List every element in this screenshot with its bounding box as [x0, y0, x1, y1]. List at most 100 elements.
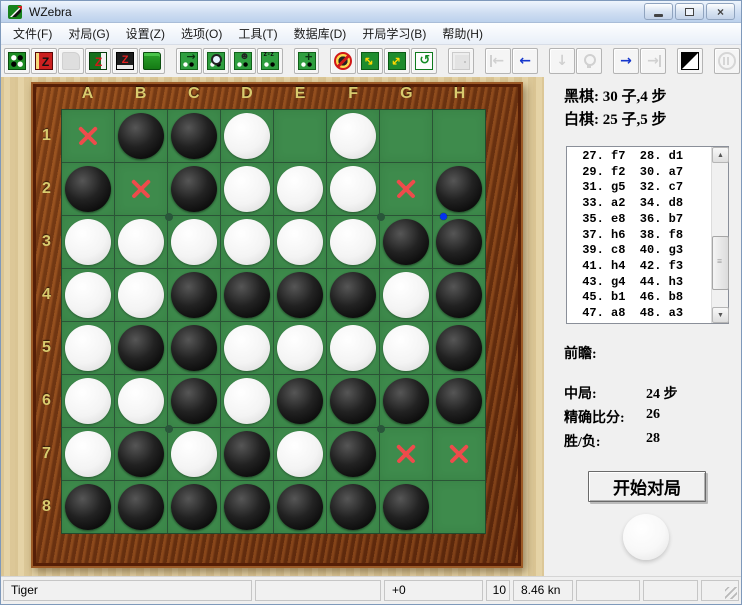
cell-f1[interactable]	[327, 110, 379, 162]
new-game-button[interactable]	[4, 48, 30, 74]
cell-d8[interactable]	[221, 481, 273, 533]
cell-g5[interactable]	[380, 322, 432, 374]
cell-b6[interactable]	[115, 375, 167, 427]
cell-g6[interactable]	[380, 375, 432, 427]
cell-g2[interactable]	[380, 163, 432, 215]
cell-b1[interactable]	[115, 110, 167, 162]
cell-h5[interactable]	[433, 322, 485, 374]
cell-d3[interactable]	[221, 216, 273, 268]
cell-f2[interactable]	[327, 163, 379, 215]
cell-a7[interactable]	[62, 428, 114, 480]
edit-book-button[interactable]	[84, 48, 111, 74]
cell-a3[interactable]	[62, 216, 114, 268]
cell-e5[interactable]	[274, 322, 326, 374]
cell-a1[interactable]	[62, 110, 114, 162]
cell-f3[interactable]	[327, 216, 379, 268]
cell-d4[interactable]	[221, 269, 273, 321]
move-list[interactable]: 27. f7 28. d1 29. f2 30. a7 31. g5 32. c…	[566, 146, 729, 324]
menu-item-2[interactable]: 对局(G)	[60, 22, 117, 45]
open-folder-button[interactable]	[138, 48, 165, 74]
zebra-play-button[interactable]	[256, 48, 283, 74]
swap-disks-button[interactable]	[357, 48, 384, 74]
cell-f5[interactable]	[327, 322, 379, 374]
cell-b8[interactable]	[115, 481, 167, 533]
scrollbar-thumb[interactable]	[712, 236, 729, 290]
cell-e7[interactable]	[274, 428, 326, 480]
next-move-button[interactable]: →	[613, 48, 640, 74]
scroll-down-button[interactable]: ▼	[712, 307, 729, 323]
cell-f4[interactable]	[327, 269, 379, 321]
cell-b7[interactable]	[115, 428, 167, 480]
menu-item-3[interactable]: 设置(Z)	[118, 22, 173, 45]
cell-e1[interactable]	[274, 110, 326, 162]
cell-d6[interactable]	[221, 375, 273, 427]
cell-g3[interactable]	[380, 216, 432, 268]
cell-b4[interactable]	[115, 269, 167, 321]
cell-d1[interactable]	[221, 110, 273, 162]
menu-item-5[interactable]: 工具(T)	[230, 22, 285, 45]
cell-h6[interactable]	[433, 375, 485, 427]
cell-g1[interactable]	[380, 110, 432, 162]
prev-move-button[interactable]: ←	[512, 48, 539, 74]
cell-d7[interactable]	[221, 428, 273, 480]
cell-a6[interactable]	[62, 375, 114, 427]
cell-g4[interactable]	[380, 269, 432, 321]
cell-e8[interactable]	[274, 481, 326, 533]
cell-b5[interactable]	[115, 322, 167, 374]
cell-a8[interactable]	[62, 481, 114, 533]
cell-a2[interactable]	[62, 163, 114, 215]
resize-grip[interactable]	[725, 587, 737, 599]
cell-c5[interactable]	[168, 322, 220, 374]
cell-e2[interactable]	[274, 163, 326, 215]
practice-button[interactable]	[229, 48, 256, 74]
cell-a5[interactable]	[62, 322, 114, 374]
cell-h8[interactable]	[433, 481, 485, 533]
cell-c3[interactable]	[168, 216, 220, 268]
cell-e3[interactable]	[274, 216, 326, 268]
open-book-button[interactable]	[30, 48, 57, 74]
cell-d2[interactable]	[221, 163, 273, 215]
menu-item-1[interactable]: 文件(F)	[5, 22, 60, 45]
play-move-button[interactable]	[175, 48, 202, 74]
cell-a4[interactable]	[62, 269, 114, 321]
save-book-button[interactable]	[111, 48, 138, 74]
cell-f6[interactable]	[327, 375, 379, 427]
cell-c7[interactable]	[168, 428, 220, 480]
cell-h1[interactable]	[433, 110, 485, 162]
rotate-board-button[interactable]	[411, 48, 438, 74]
menu-item-6[interactable]: 数据库(D)	[286, 22, 355, 45]
cell-e6[interactable]	[274, 375, 326, 427]
cell-b3[interactable]	[115, 216, 167, 268]
cell-c6[interactable]	[168, 375, 220, 427]
cell-h7[interactable]	[433, 428, 485, 480]
cell-c2[interactable]	[168, 163, 220, 215]
cell-g7[interactable]	[380, 428, 432, 480]
scroll-up-button[interactable]: ▲	[712, 147, 729, 163]
restore-button[interactable]	[675, 3, 704, 20]
cell-c1[interactable]	[168, 110, 220, 162]
add-position-button[interactable]	[293, 48, 320, 74]
menu-item-7[interactable]: 开局学习(B)	[354, 22, 434, 45]
stop-eval-button[interactable]	[330, 48, 357, 74]
minimize-button[interactable]	[644, 3, 673, 20]
invert-colors-button[interactable]	[676, 48, 703, 74]
cell-c8[interactable]	[168, 481, 220, 533]
cell-h4[interactable]	[433, 269, 485, 321]
cell-h3[interactable]	[433, 216, 485, 268]
close-button[interactable]: ×	[706, 3, 735, 20]
scrollbar-track[interactable]	[712, 163, 729, 307]
resize-board-button[interactable]	[384, 48, 411, 74]
cell-h2[interactable]	[433, 163, 485, 215]
cell-e4[interactable]	[274, 269, 326, 321]
cell-d5[interactable]	[221, 322, 273, 374]
analyze-board-button[interactable]	[202, 48, 229, 74]
cell-b2[interactable]	[115, 163, 167, 215]
menu-item-4[interactable]: 选项(O)	[173, 22, 230, 45]
cell-g8[interactable]	[380, 481, 432, 533]
cell-c4[interactable]	[168, 269, 220, 321]
menu-item-8[interactable]: 帮助(H)	[434, 22, 491, 45]
cell-f7[interactable]	[327, 428, 379, 480]
cell-f8[interactable]	[327, 481, 379, 533]
title-bar[interactable]: WZebra ×	[1, 1, 741, 23]
start-game-button[interactable]: 开始对局	[588, 471, 706, 502]
